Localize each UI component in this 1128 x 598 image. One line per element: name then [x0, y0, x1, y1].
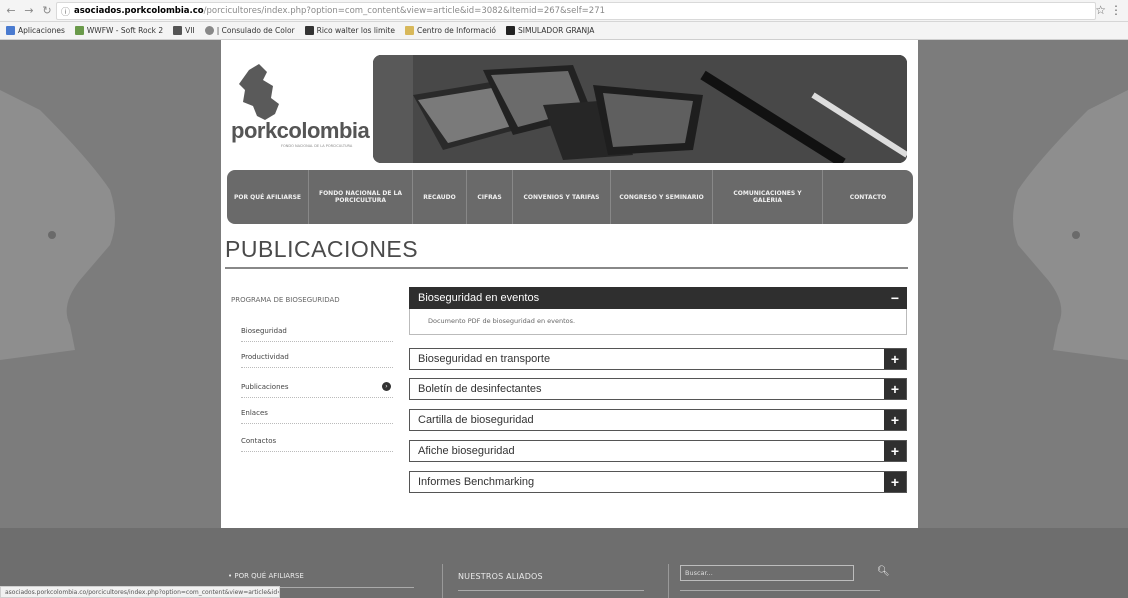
bookmark-item[interactable]: WWFW - Soft Rock 2 — [74, 26, 164, 35]
expand-icon[interactable]: + — [884, 349, 906, 369]
footer-column-separator — [442, 564, 443, 598]
accordion-body: Documento PDF de bioseguridad en eventos… — [409, 309, 907, 335]
footer-divider — [680, 590, 880, 591]
menu-icon[interactable]: ⋮ — [1110, 3, 1122, 17]
info-icon[interactable]: ⓘ — [61, 5, 70, 18]
bookmark-label: Centro de Informació — [416, 26, 496, 35]
url-path: /porcicultores/index.php?option=com_cont… — [203, 6, 606, 16]
nav-cifras[interactable]: CIFRAS — [467, 170, 513, 224]
bookmark-star-icon[interactable]: ☆ — [1095, 3, 1106, 17]
nav-comunicaciones-galeria[interactable]: COMUNICACIONES Y GALERIA — [713, 170, 823, 224]
expand-icon[interactable]: + — [884, 410, 906, 430]
accordion-header[interactable]: Bioseguridad en transporte + — [409, 348, 907, 370]
bookmark-label: Rico walter los limite — [316, 26, 395, 35]
nav-convenios-tarifas[interactable]: CONVENIOS Y TARIFAS — [513, 170, 611, 224]
apps-icon — [6, 26, 15, 35]
accordion-title: Bioseguridad en transporte — [418, 353, 551, 365]
bookmark-item[interactable]: Rico walter los limite — [304, 26, 395, 35]
nav-recaudo[interactable]: RECAUDO — [413, 170, 467, 224]
reload-icon[interactable]: ↻ — [40, 4, 54, 17]
sidebar-item-enlaces[interactable]: Enlaces — [241, 402, 393, 424]
bookmark-icon — [204, 26, 214, 35]
bookmarks-bar: Aplicaciones WWFW - Soft Rock 2 VII | Co… — [0, 22, 1128, 40]
main-content: porkcolombia FONDO NACIONAL DE LA PORCIC… — [221, 40, 918, 528]
url-input[interactable]: ⓘ asociados.porkcolombia.co /porcicultor… — [56, 2, 1096, 20]
expand-icon[interactable]: + — [884, 441, 906, 461]
collapse-icon[interactable]: − — [884, 288, 906, 308]
sidebar-item-bioseguridad[interactable]: Bioseguridad — [241, 320, 393, 342]
folder-icon — [404, 26, 414, 35]
expand-icon[interactable]: + — [884, 379, 906, 399]
accordion-title: Afiche bioseguridad — [418, 445, 515, 457]
address-bar: ← → ↻ ⓘ asociados.porkcolombia.co /porci… — [0, 0, 1128, 22]
accordion-header[interactable]: Informes Benchmarking + — [409, 471, 907, 493]
sidebar-item-contactos[interactable]: Contactos — [241, 430, 393, 452]
bookmark-label: | Consulado de Color — [216, 26, 295, 35]
nav-congreso-seminario[interactable]: CONGRESO Y SEMINARIO — [611, 170, 713, 224]
bookmark-item[interactable]: VII — [173, 26, 195, 35]
main-navigation: POR QUÉ AFILIARSE FONDO NACIONAL DE LA P… — [227, 170, 913, 224]
chevron-right-icon: › — [382, 382, 391, 391]
pig-silhouette-right — [1013, 90, 1128, 360]
accordion-header[interactable]: Boletín de desinfectantes + — [409, 378, 907, 400]
back-icon[interactable]: ← — [4, 4, 18, 17]
browser-status-bar: asociados.porkcolombia.co/porcicultores/… — [0, 586, 280, 598]
bookmark-apps[interactable]: Aplicaciones — [6, 26, 65, 35]
bookmark-icon — [74, 26, 84, 35]
footer-column-separator — [668, 564, 669, 598]
sidebar-heading: PROGRAMA DE BIOSEGURIDAD — [231, 296, 340, 304]
accordion-title: Bioseguridad en eventos — [418, 292, 540, 304]
bookmark-label: VII — [185, 26, 195, 35]
bookmark-item[interactable]: Centro de Informació — [404, 26, 496, 35]
pig-silhouette-left — [0, 90, 115, 360]
sidebar-item-label: Productividad — [241, 352, 289, 361]
title-divider — [225, 267, 908, 269]
bookmark-icon — [304, 26, 314, 35]
url-host: asociados.porkcolombia.co — [74, 6, 204, 16]
bookmark-item[interactable]: | Consulado de Color — [204, 26, 295, 35]
accordion-header[interactable]: Afiche bioseguridad + — [409, 440, 907, 462]
bookmark-icon — [506, 26, 515, 35]
bookmark-label: Aplicaciones — [18, 26, 65, 35]
page-title: PUBLICACIONES — [225, 236, 419, 262]
accordion-title: Boletín de desinfectantes — [418, 383, 542, 395]
footer-heading-aliados: NUESTROS ALIADOS — [458, 572, 543, 581]
bookmark-label: SIMULADOR GRANJA — [518, 26, 595, 35]
footer-link-por-que-afiliarse[interactable]: • POR QUÉ AFILIARSE — [228, 572, 304, 580]
logo-subtitle: FONDO NACIONAL DE LA PORCICULTURA — [281, 144, 353, 148]
sidebar-item-label: Publicaciones — [241, 382, 289, 391]
sidebar-item-label: Enlaces — [241, 408, 268, 417]
expand-icon[interactable]: + — [884, 472, 906, 492]
nav-contacto[interactable]: CONTACTO — [823, 170, 913, 224]
accordion-header[interactable]: Cartilla de bioseguridad + — [409, 409, 907, 431]
footer-divider — [458, 590, 644, 591]
nav-por-que-afiliarse[interactable]: POR QUÉ AFILIARSE — [227, 170, 309, 224]
sidebar-item-label: Bioseguridad — [241, 326, 287, 335]
hero-image — [373, 55, 907, 163]
sidebar-item-label: Contactos — [241, 436, 277, 445]
sidebar-item-productividad[interactable]: Productividad — [241, 346, 393, 368]
accordion-title: Informes Benchmarking — [418, 476, 535, 488]
accordion-header-bioseguridad-eventos[interactable]: Bioseguridad en eventos − — [409, 287, 907, 309]
forward-icon[interactable]: → — [22, 4, 36, 17]
accordion-title: Cartilla de bioseguridad — [418, 414, 534, 426]
logo-text[interactable]: porkcolombia — [231, 118, 370, 144]
nav-fondo-nacional[interactable]: FONDO NACIONAL DE LA PORCICULTURA — [309, 170, 413, 224]
bookmark-icon — [173, 26, 183, 35]
footer-search-input[interactable]: Buscar... — [680, 565, 854, 581]
sidebar-item-publicaciones[interactable]: Publicaciones › — [241, 376, 393, 398]
bookmark-item[interactable]: SIMULADOR GRANJA — [506, 26, 594, 35]
bookmark-label: WWFW - Soft Rock 2 — [86, 26, 164, 35]
search-icon[interactable]: 🔍︎ — [877, 566, 890, 577]
